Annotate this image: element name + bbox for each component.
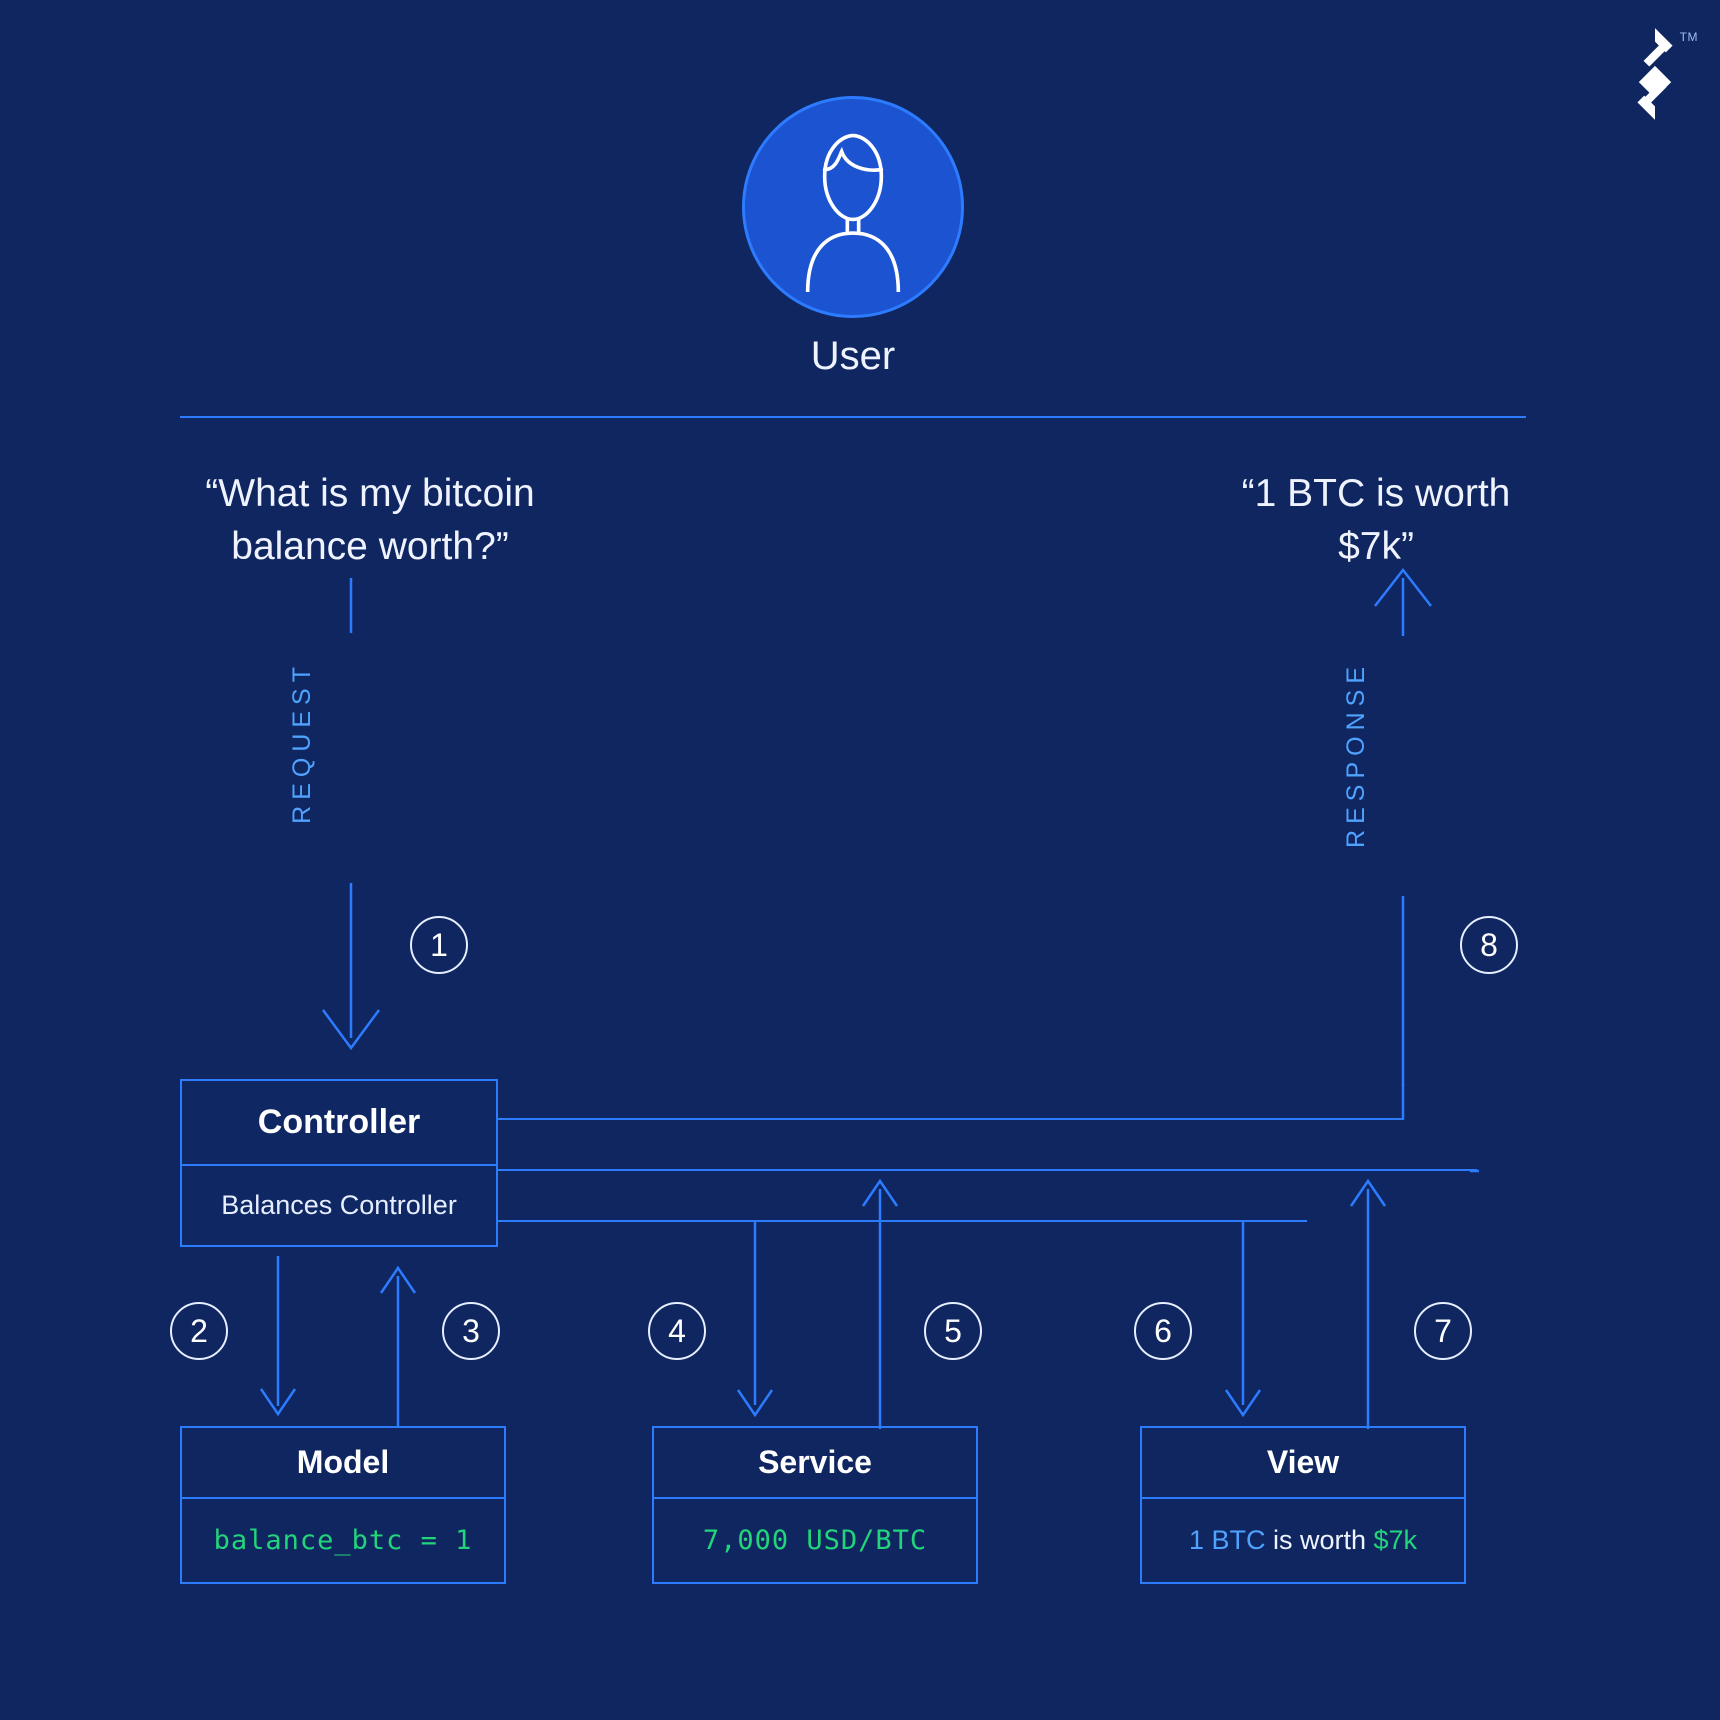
service-down-arrow-icon: [735, 1220, 775, 1430]
view-up-arrow-icon: [1348, 1169, 1388, 1429]
brand-tm: TM: [1680, 30, 1698, 44]
wire-top: [498, 1118, 1403, 1120]
model-up-arrow-icon: [378, 1256, 418, 1426]
step-4-badge: 4: [648, 1302, 706, 1360]
controller-subtitle: Balances Controller: [182, 1166, 496, 1245]
step-8-badge: 8: [1460, 916, 1518, 974]
step-2-badge: 2: [170, 1302, 228, 1360]
controller-box: Controller Balances Controller: [180, 1079, 498, 1247]
model-down-arrow-icon: [258, 1256, 298, 1426]
wire-bottom: [498, 1220, 1307, 1222]
step-5-badge: 5: [924, 1302, 982, 1360]
wire-middle: [498, 1169, 1477, 1171]
wire-response-riser: [1398, 1084, 1408, 1124]
step-7-badge: 7: [1414, 1302, 1472, 1360]
model-body: balance_btc = 1: [214, 1525, 473, 1556]
view-down-arrow-icon: [1223, 1220, 1263, 1430]
divider-line: [180, 416, 1526, 418]
model-box: Model balance_btc = 1: [180, 1426, 506, 1584]
view-body: 1 BTC is worth $7k: [1142, 1499, 1464, 1582]
wire-view-join: [1470, 1169, 1484, 1175]
service-title: Service: [654, 1428, 976, 1499]
user-label: User: [811, 334, 895, 379]
step-3-badge: 3: [442, 1302, 500, 1360]
step-1-badge: 1: [410, 916, 468, 974]
service-body: 7,000 USD/BTC: [703, 1525, 927, 1556]
view-title: View: [1142, 1428, 1464, 1499]
controller-title: Controller: [182, 1081, 496, 1166]
request-arrow-icon: [311, 578, 391, 1078]
response-arrow-icon: [1363, 566, 1443, 1086]
user-avatar-icon: [742, 96, 964, 318]
question-text: “What is my bitcoin balance worth?”: [170, 468, 570, 573]
service-box: Service 7,000 USD/BTC: [652, 1426, 978, 1584]
brand-logo-icon: [1628, 28, 1682, 125]
diagram-canvas: User “What is my bitcoin balance worth?”…: [180, 96, 1526, 1666]
view-box: View 1 BTC is worth $7k: [1140, 1426, 1466, 1584]
service-up-arrow-icon: [860, 1169, 900, 1429]
model-title: Model: [182, 1428, 504, 1499]
step-6-badge: 6: [1134, 1302, 1192, 1360]
answer-text: “1 BTC is worth $7k”: [1226, 468, 1526, 573]
